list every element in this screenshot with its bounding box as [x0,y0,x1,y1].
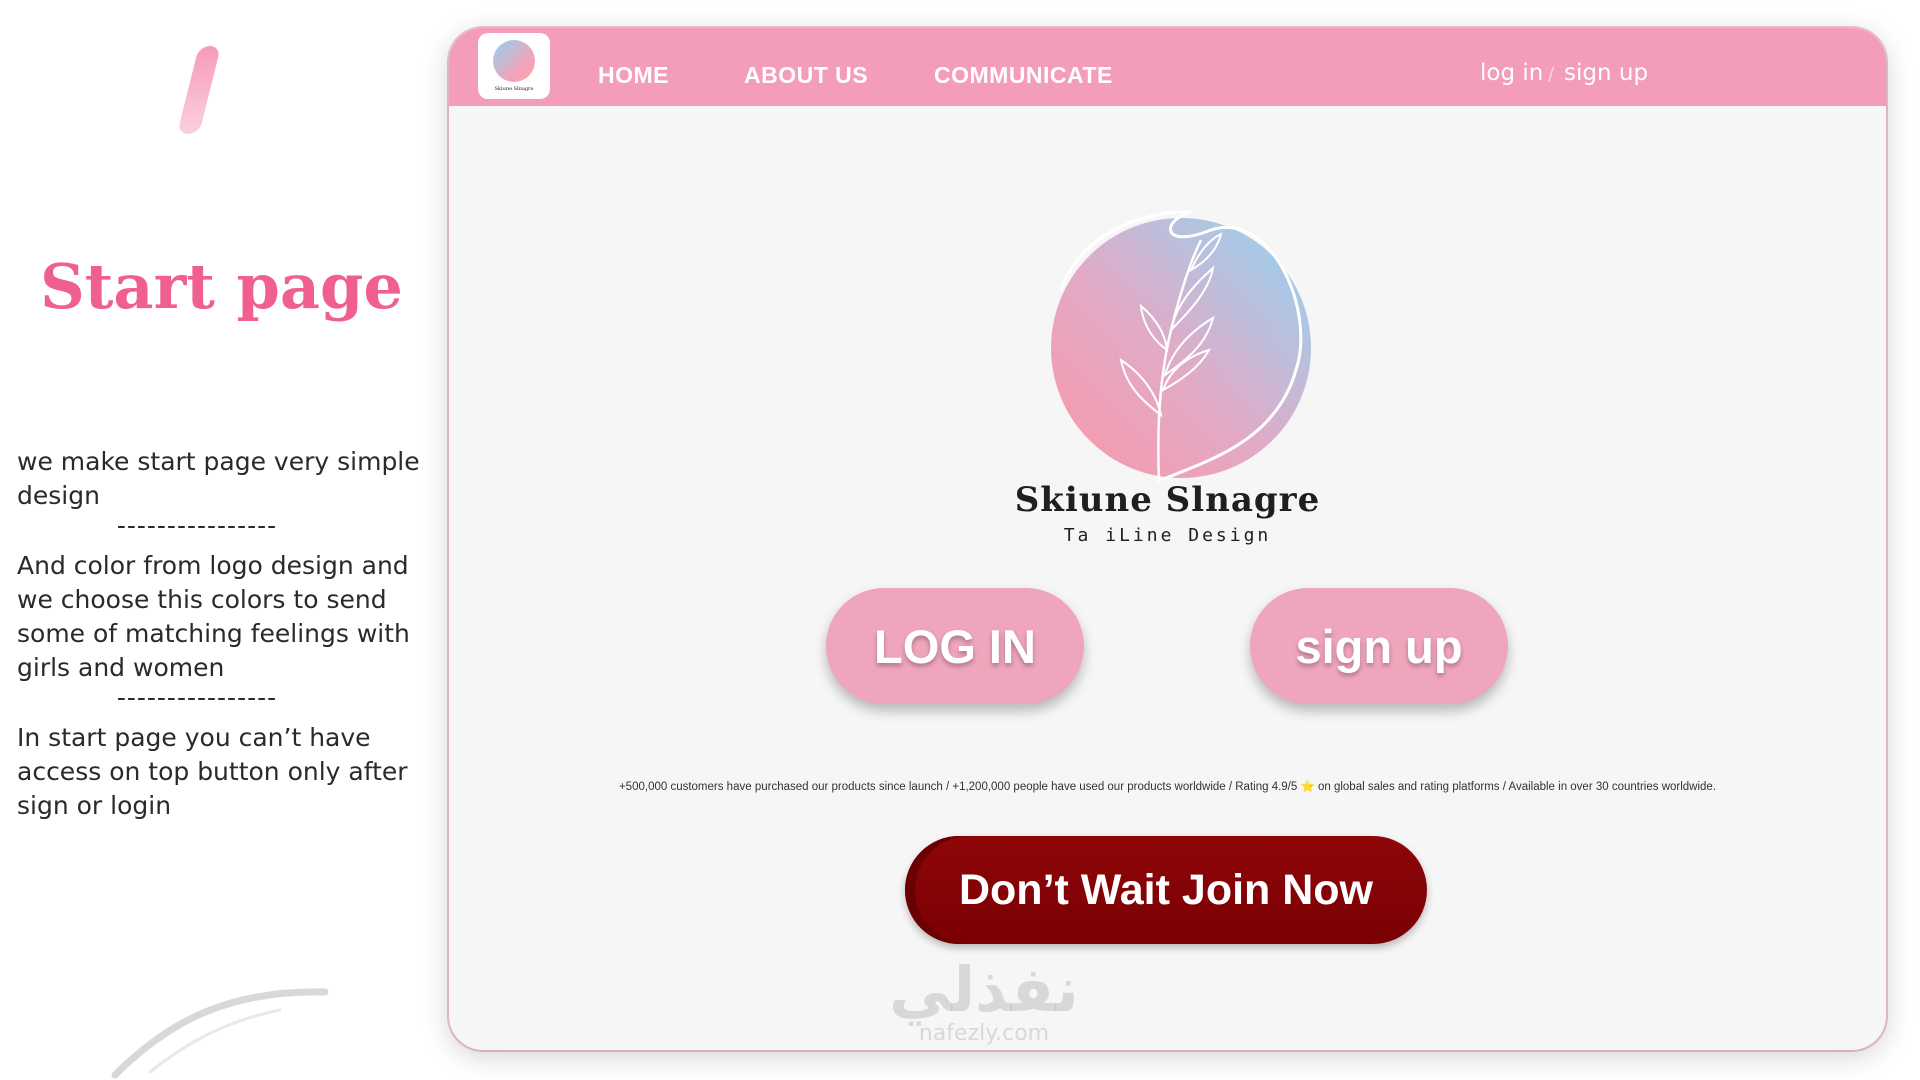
logo-leaf-icon [1051,210,1311,483]
slash-decoration-icon [177,46,221,134]
join-now-button[interactable]: Don’t Wait Join Now [905,836,1427,944]
nav-separator: / [1548,64,1555,85]
nav-logo[interactable]: Skiune Slnagre [478,33,550,99]
description-paragraph-1: we make start page very simple design [17,447,420,510]
app-window: Skiune Slnagre HOME ABOUT US COMMUNICATE… [449,28,1886,1050]
description-paragraph-2: And color from logo design and we choose… [17,551,410,682]
brand-tagline: Ta iLine Design [1063,525,1272,546]
top-navbar: Skiune Slnagre HOME ABOUT US COMMUNICATE… [449,28,1886,106]
description-paragraph-3: In start page you can’t have access on t… [17,723,408,820]
watermark: نفذلي nafezly.com [854,958,1114,1046]
divider-1: ---------------- [116,511,278,540]
watermark-arabic: نفذلي [889,953,1079,1026]
nav-signup-link[interactable]: sign up [1564,60,1648,86]
nav-communicate[interactable]: COMMUNICATE [934,62,1113,92]
brand-name: Skiune Slnagre [1014,480,1321,520]
stats-text: +500,000 customers have purchased our pr… [618,781,1717,793]
logo-leaf-icon [493,40,535,82]
nav-logo-text: Skiune Slnagre [494,86,534,92]
side-description: we make start page very simple design --… [17,445,447,823]
side-title: Start page [40,250,403,323]
divider-2: ---------------- [116,683,278,712]
login-button[interactable]: LOG IN [826,588,1084,704]
signup-button[interactable]: sign up [1250,588,1508,704]
nav-about-us[interactable]: ABOUT US [744,62,868,92]
nav-home[interactable]: HOME [598,62,669,92]
curve-decoration-icon [111,988,329,1079]
nav-login-link[interactable]: log in [1480,60,1543,86]
